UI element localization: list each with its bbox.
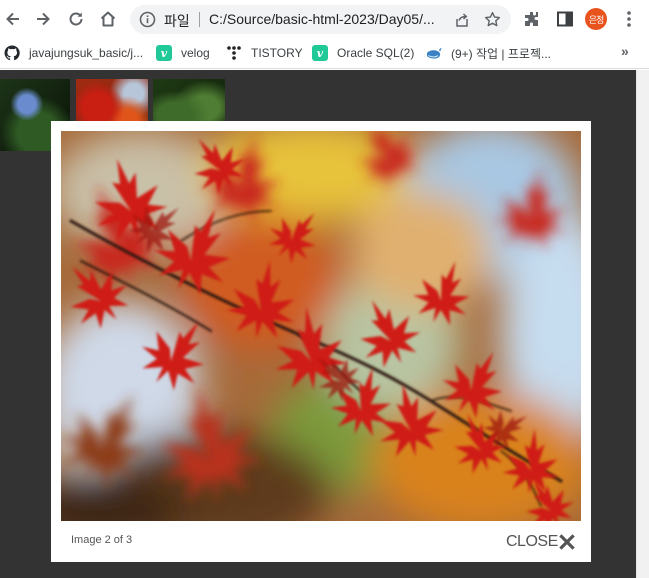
url-text[interactable]: C:/Source/basic-html-2023/Day05/... <box>209 11 444 27</box>
image-counter: Image 2 of 3 <box>71 534 133 546</box>
extensions-icon[interactable] <box>522 9 542 29</box>
star-icon[interactable] <box>483 10 502 29</box>
reload-icon <box>69 12 83 26</box>
scheme-label: 파일 <box>164 14 190 30</box>
github-icon <box>4 45 20 61</box>
bookmark-label: Oracle SQL(2) <box>337 46 415 60</box>
bookmark-label: (9+) 작업 | 프로젝... <box>451 46 551 61</box>
arrow-left-icon <box>6 12 19 26</box>
lightbox-image <box>61 131 581 521</box>
velog-icon: v <box>156 45 172 61</box>
profile-avatar[interactable]: 은정 <box>585 8 607 30</box>
back-button[interactable] <box>1 7 25 31</box>
info-icon[interactable] <box>139 11 156 28</box>
bookmark-item[interactable]: v velog <box>156 43 210 63</box>
whale-icon <box>426 45 442 61</box>
reload-button[interactable] <box>64 7 88 31</box>
lightbox-dialog: Image 2 of 3 CLOSE <box>51 121 591 562</box>
bookmarks-overflow-button[interactable]: » <box>621 43 629 59</box>
bookmark-label: TISTORY <box>251 46 303 60</box>
address-bar[interactable]: 파일 C:/Source/basic-html-2023/Day05/... <box>130 5 511 34</box>
arrow-right-icon <box>37 12 50 26</box>
forward-button[interactable] <box>31 7 55 31</box>
bookmark-item[interactable]: javajungsuk_basic/j... <box>4 43 143 63</box>
side-panel-icon[interactable] <box>555 9 575 29</box>
scheme-divider <box>199 12 200 27</box>
bookmark-item[interactable]: (9+) 작업 | 프로젝... <box>426 43 551 63</box>
bookmarks-bar: javajungsuk_basic/j... v velog TISTORY v… <box>0 38 649 69</box>
more-vert-icon[interactable] <box>620 9 638 29</box>
bookmark-item[interactable]: v Oracle SQL(2) <box>312 43 414 63</box>
vertical-scrollbar[interactable] <box>636 70 649 578</box>
bookmark-item[interactable]: TISTORY <box>226 43 303 63</box>
bookmark-label: velog <box>181 46 210 60</box>
home-icon <box>100 11 116 27</box>
tistory-icon <box>226 45 242 61</box>
browser-toolbar: 파일 C:/Source/basic-html-2023/Day05/... 은… <box>0 0 649 38</box>
close-label: CLOSE <box>506 533 558 550</box>
home-button[interactable] <box>96 7 120 31</box>
velog-icon: v <box>312 45 328 61</box>
share-icon[interactable] <box>453 11 471 29</box>
close-button[interactable]: CLOSE <box>506 531 575 553</box>
close-icon <box>558 534 575 550</box>
bookmark-label: javajungsuk_basic/j... <box>29 46 144 60</box>
